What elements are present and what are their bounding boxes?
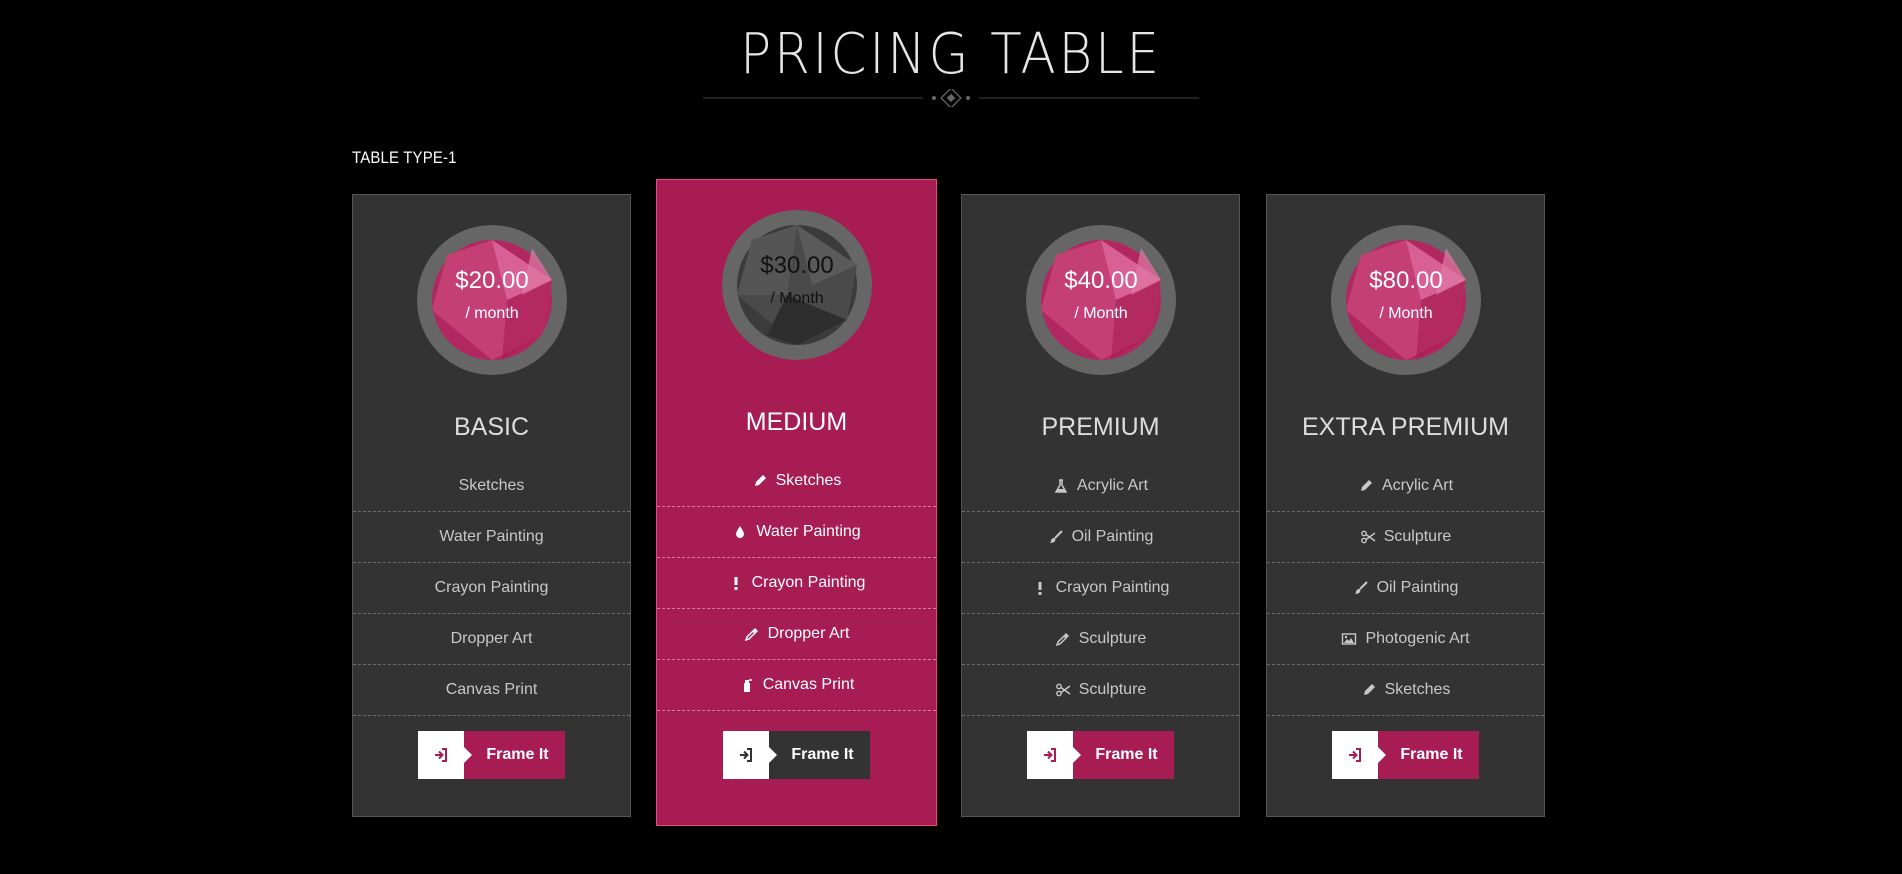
exclamation-icon	[1038, 582, 1042, 595]
flask-icon	[1054, 479, 1068, 493]
feature-label: Photogenic Art	[1365, 630, 1470, 647]
page-title: PRICING TABLE	[740, 22, 1162, 87]
feature-label: Sketches	[1384, 681, 1451, 698]
feature-label: Canvas Print	[762, 676, 855, 693]
feature-item: Oil Painting	[962, 512, 1239, 563]
feature-item: Water Painting	[657, 507, 936, 558]
plan-period: / month	[465, 305, 519, 322]
title-divider	[703, 89, 1199, 107]
feature-label: Sculpture	[1383, 528, 1452, 545]
feature-list: Acrylic Art Sculpture Oil Painting Photo…	[1267, 461, 1544, 716]
feature-item: Canvas Print	[657, 660, 936, 711]
spray-bottle-icon	[743, 679, 752, 692]
feature-item: Photogenic Art	[1267, 614, 1544, 665]
plan-period: / Month	[770, 290, 824, 307]
feature-label: Sketches	[775, 472, 842, 489]
price-badge: $20.00 / month	[417, 225, 567, 375]
feature-item: Crayon Painting	[962, 563, 1239, 614]
scissors-icon	[1055, 683, 1071, 697]
eyedropper-icon	[1055, 633, 1069, 647]
feature-item: Water Painting	[353, 512, 630, 563]
feature-label: Sketches	[458, 477, 525, 494]
feature-label: Oil Painting	[1376, 579, 1459, 596]
price-badge: $80.00 / Month	[1331, 225, 1481, 375]
sign-in-icon	[418, 731, 472, 779]
frame-it-label: Frame It	[464, 731, 565, 779]
feature-item: Acrylic Art	[1267, 461, 1544, 512]
plan-period: / Month	[1379, 305, 1433, 322]
feature-label: Crayon Painting	[434, 579, 549, 596]
feature-item: Sculpture	[1267, 512, 1544, 563]
frame-it-label: Frame It	[1073, 731, 1174, 779]
section-label: TABLE TYPE-1	[352, 148, 457, 167]
feature-item: Acrylic Art	[962, 461, 1239, 512]
feature-label: Water Painting	[439, 528, 544, 545]
feature-item: Sketches	[353, 461, 630, 512]
pricing-card-basic: $20.00 / month BASIC Sketches Water Pain…	[352, 194, 631, 817]
scissors-icon	[1360, 530, 1376, 544]
plan-price: $40.00	[1064, 267, 1138, 294]
frame-it-label: Frame It	[769, 731, 870, 779]
feature-item: Crayon Painting	[353, 563, 630, 614]
plan-price: $80.00	[1369, 267, 1443, 294]
feature-item: Crayon Painting	[657, 558, 936, 609]
feature-item: Dropper Art	[353, 614, 630, 665]
brush-icon	[1354, 581, 1368, 594]
feature-item: Sculpture	[962, 614, 1239, 665]
droplet-icon	[736, 526, 745, 538]
plan-name: BASIC	[453, 413, 530, 441]
feature-list: Sketches Water Painting Crayon Painting …	[657, 456, 936, 711]
plan-name: MEDIUM	[745, 408, 848, 436]
feature-item: Oil Painting	[1267, 563, 1544, 614]
feature-label: Canvas Print	[445, 681, 538, 698]
feature-item: Sketches	[657, 456, 936, 507]
pricing-card-premium: $40.00 / Month PREMIUM Acrylic Art Oil P…	[961, 194, 1240, 817]
feature-item: Sculpture	[962, 665, 1239, 716]
feature-label: Water Painting	[756, 523, 861, 540]
feature-list: Acrylic Art Oil Painting Crayon Painting…	[962, 461, 1239, 716]
feature-label: Crayon Painting	[751, 574, 866, 591]
badge-gem-icon	[432, 240, 552, 360]
price-badge: $30.00 / Month	[722, 210, 872, 360]
badge-gem-icon	[737, 225, 857, 345]
feature-item: Dropper Art	[657, 609, 936, 660]
brush-icon	[1049, 530, 1063, 543]
exclamation-icon	[734, 577, 738, 590]
sign-in-icon	[1027, 731, 1081, 779]
feature-label: Dropper Art	[450, 630, 533, 647]
plan-name: EXTRA PREMIUM	[1302, 413, 1509, 441]
eyedropper-icon	[744, 628, 758, 642]
picture-icon	[1342, 633, 1357, 645]
frame-it-button[interactable]: Frame It	[1027, 731, 1174, 779]
frame-it-button[interactable]: Frame It	[1332, 731, 1479, 779]
feature-item: Canvas Print	[353, 665, 630, 716]
price-badge: $40.00 / Month	[1026, 225, 1176, 375]
pencil-icon	[754, 475, 766, 486]
plan-price: $30.00	[760, 252, 834, 279]
feature-label: Sculpture	[1078, 630, 1147, 647]
feature-label: Acrylic Art	[1381, 477, 1454, 494]
plan-price: $20.00	[455, 267, 529, 294]
feature-label: Crayon Painting	[1055, 579, 1170, 596]
pencil-icon	[1363, 684, 1375, 695]
feature-label: Acrylic Art	[1076, 477, 1149, 494]
sign-in-icon	[723, 731, 777, 779]
frame-it-button[interactable]: Frame It	[723, 731, 870, 779]
plan-period: / Month	[1074, 305, 1128, 322]
pencil-icon	[1360, 480, 1372, 491]
feature-label: Dropper Art	[767, 625, 850, 642]
plan-name: PREMIUM	[1041, 413, 1160, 441]
pricing-card-medium: $30.00 / Month MEDIUM Sketches Water Pai…	[656, 179, 937, 826]
frame-it-button[interactable]: Frame It	[418, 731, 565, 779]
pricing-card-extra-premium: $80.00 / Month EXTRA PREMIUM Acrylic Art…	[1266, 194, 1545, 817]
feature-item: Sketches	[1267, 665, 1544, 716]
feature-label: Sculpture	[1078, 681, 1147, 698]
badge-gem-icon	[1346, 240, 1466, 360]
feature-label: Oil Painting	[1071, 528, 1154, 545]
frame-it-label: Frame It	[1378, 731, 1479, 779]
badge-gem-icon	[1041, 240, 1161, 360]
feature-list: Sketches Water Painting Crayon Painting …	[353, 461, 630, 716]
sign-in-icon	[1332, 731, 1386, 779]
